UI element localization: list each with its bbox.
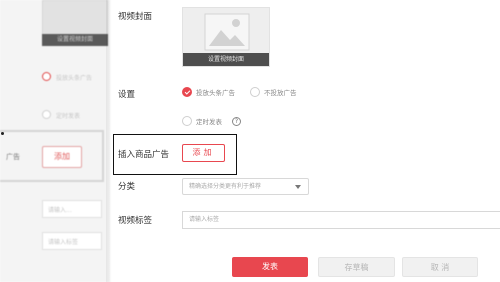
category-label: 分类 (118, 182, 136, 192)
cover-placeholder[interactable]: 设置视频封面 (182, 7, 270, 67)
radio-ad-off-label: 不投放广告 (264, 89, 297, 97)
background-page: 设置视频封面 投放头条广告 定时发表 广告 添加 请输入... 请输入标签 (0, 0, 110, 282)
image-icon (204, 13, 250, 51)
background-radio-label-2: 定时发表 (56, 113, 81, 120)
radio-ad-on-label: 投放头条广告 (196, 89, 235, 97)
panel-divider (106, 0, 112, 282)
cancel-button[interactable]: 取 消 (402, 257, 478, 277)
cover-label: 视频封面 (118, 12, 153, 22)
scheduled-publish-option[interactable]: 定时发表 ? (182, 116, 241, 126)
settings-label: 设置 (118, 90, 136, 100)
radio-checked-icon[interactable] (182, 87, 192, 97)
background-field-text: 请输入... (48, 207, 72, 214)
tags-input[interactable]: 请输入标签 (182, 211, 500, 229)
background-add-button: 添加 (42, 146, 82, 168)
background-label: 广告 (6, 153, 20, 161)
publish-button[interactable]: 发表 (232, 257, 308, 277)
background-field-text-2: 请输入标签 (48, 239, 79, 246)
background-cover-button: 设置视频封面 (42, 34, 108, 46)
set-cover-button[interactable]: 设置视频封面 (183, 53, 269, 66)
background-radio-checked (42, 72, 51, 81)
radio-ad-on[interactable]: 投放头条广告 (182, 87, 235, 97)
background-radio (42, 110, 51, 119)
question-circle-icon[interactable]: ? (232, 116, 241, 126)
radio-unchecked-icon[interactable] (182, 116, 192, 126)
add-product-ad-button[interactable]: 添加 (182, 144, 225, 162)
background-radio-label: 投放头条广告 (56, 75, 93, 82)
category-select[interactable]: 精确选择分类更有利于推荐 (182, 178, 309, 195)
scheduled-publish-label: 定时发表 (196, 118, 222, 126)
tags-label: 视频标签 (118, 216, 153, 226)
save-draft-button[interactable]: 存草稿 (318, 257, 395, 277)
radio-ad-off[interactable]: 不投放广告 (250, 87, 297, 97)
tags-placeholder: 请输入标签 (189, 216, 220, 223)
cursor-dot (1, 132, 4, 135)
category-placeholder: 精确选择分类更有利于推荐 (189, 183, 262, 190)
caret-down-icon (295, 185, 301, 189)
radio-unchecked-icon[interactable] (250, 87, 260, 97)
product-ad-label: 插入商品广告 (118, 150, 170, 160)
